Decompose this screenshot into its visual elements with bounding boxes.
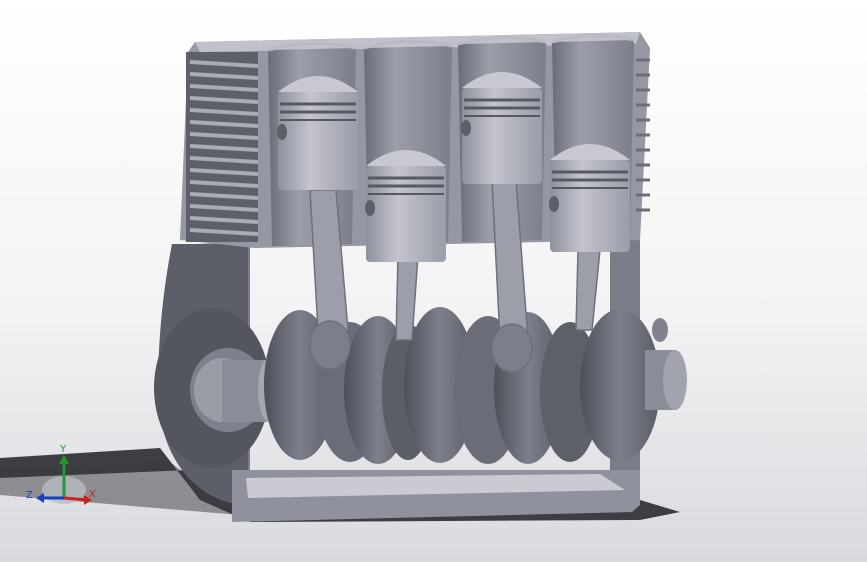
cooling-fins: [186, 52, 259, 242]
viewport-canvas[interactable]: Y X Z: [0, 0, 867, 562]
z-label: Z: [26, 490, 33, 501]
piston-3: [461, 72, 542, 184]
graphics-viewport[interactable]: Y X Z: [0, 0, 867, 562]
piston-2: [365, 150, 446, 262]
piston-1: [277, 76, 358, 190]
piston-4: [549, 144, 630, 252]
crankshaft: [154, 307, 687, 468]
y-label: Y: [59, 444, 67, 455]
x-label: X: [89, 489, 96, 500]
